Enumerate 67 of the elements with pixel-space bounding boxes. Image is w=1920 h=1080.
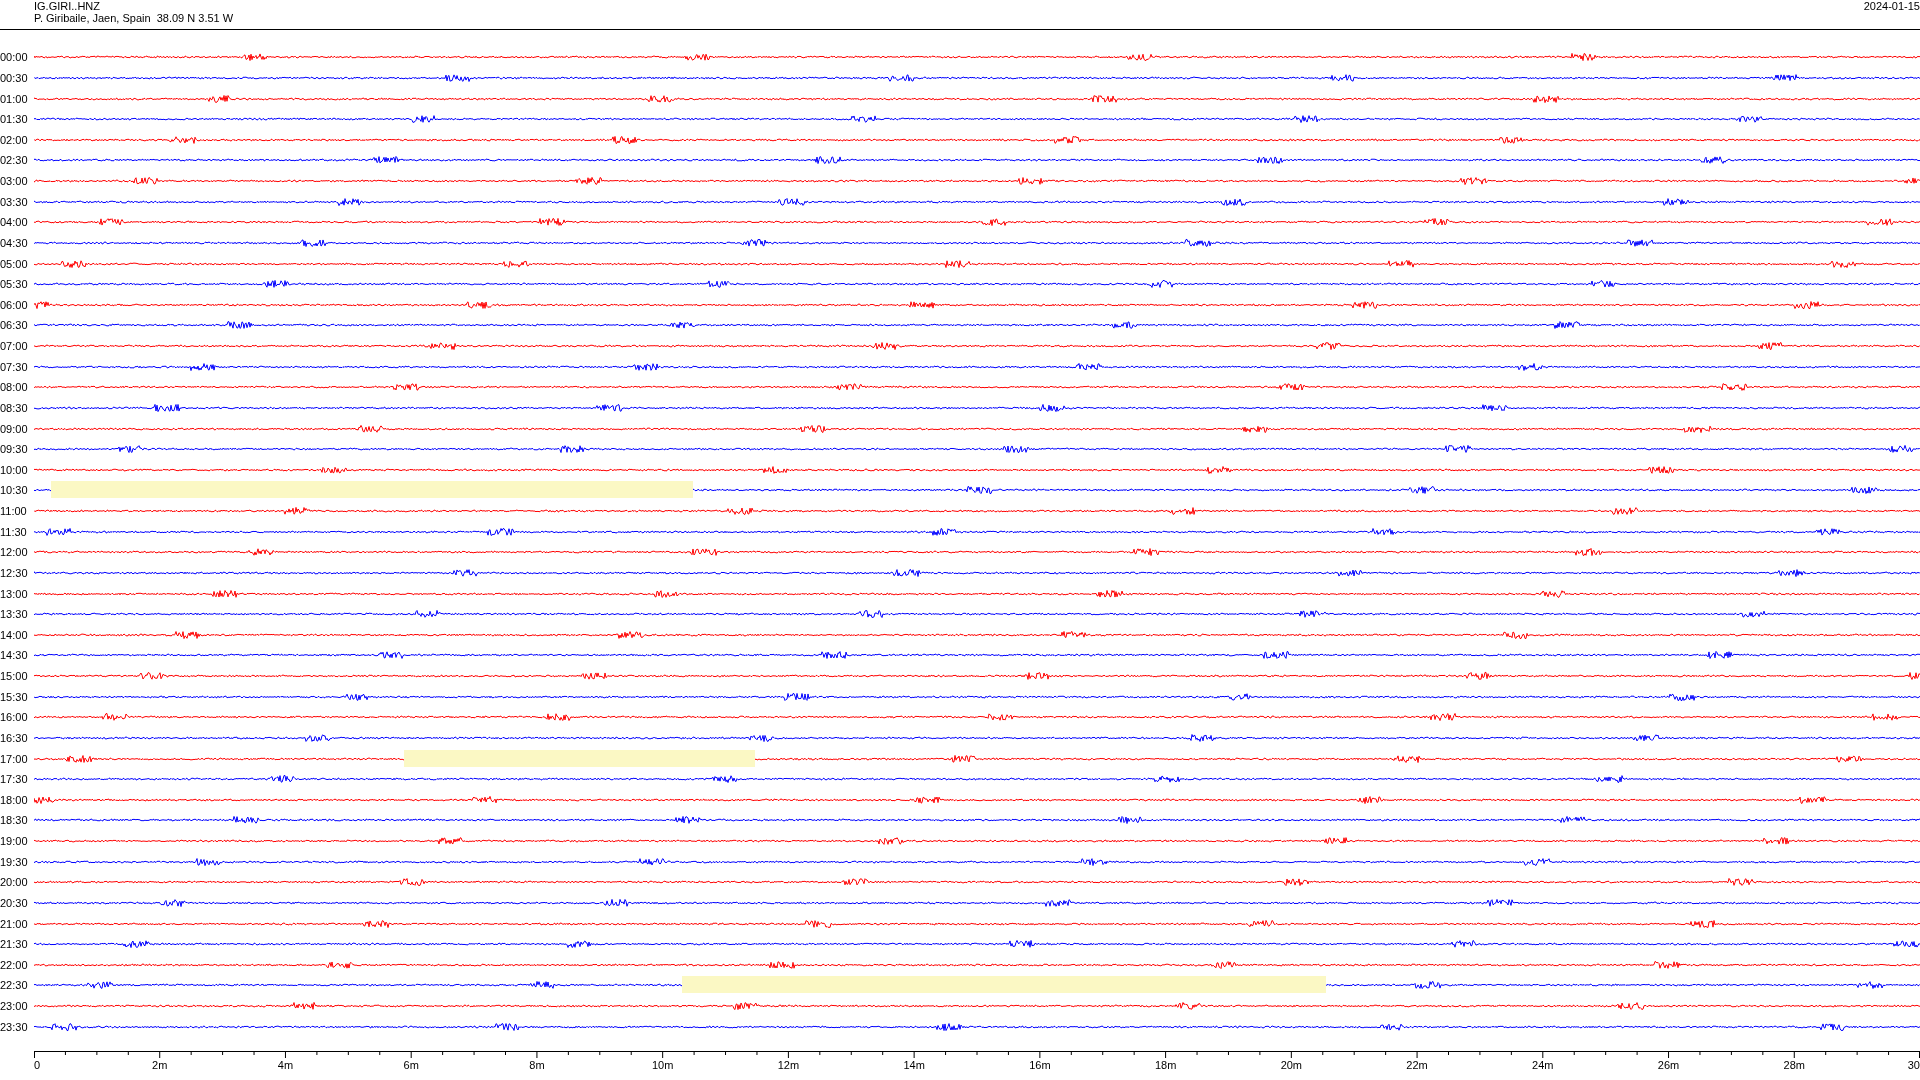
station-location: P. Giribaile, Jaen, Spain 38.09 N 3.51 W (34, 12, 234, 24)
row-time-label: 11:30 (0, 525, 28, 538)
row-time-label: 21:30 (0, 938, 29, 951)
axis-tick-label: 2m (152, 1059, 168, 1071)
row-time-label: 10:00 (0, 463, 29, 476)
axis-tick-label: 14m (903, 1059, 925, 1071)
row-time-label: 20:30 (0, 896, 29, 909)
axis-tick-label: 22m (1406, 1059, 1428, 1071)
axis-tick-label: 12m (777, 1059, 800, 1071)
axis-tick-label: 8m (529, 1059, 545, 1071)
row-time-label: 03:00 (0, 175, 29, 188)
row-time-label: 23:30 (0, 1020, 29, 1033)
row-time-label: 19:30 (0, 855, 29, 868)
row-time-label: 01:00 (0, 92, 29, 105)
row-time-label: 23:00 (0, 1000, 29, 1013)
axis-tick-label: 28m (1783, 1059, 1805, 1071)
row-time-label: 08:00 (0, 381, 29, 394)
row-time-label: 14:00 (0, 628, 29, 641)
row-time-label: 07:30 (0, 360, 29, 373)
row-time-label: 14:30 (0, 649, 29, 662)
row-time-label: 12:00 (0, 546, 29, 559)
row-time-label: 13:30 (0, 608, 29, 621)
row-time-label: 06:30 (0, 319, 29, 332)
plot-date: 2024-01-15 (1863, 0, 1920, 14)
row-time-label: 00:30 (0, 71, 29, 84)
row-time-label: 15:30 (0, 690, 29, 703)
row-time-label: 04:30 (0, 236, 29, 249)
row-time-label: 17:00 (0, 752, 29, 765)
row-time-label: 05:00 (0, 257, 29, 270)
row-time-label: 18:30 (0, 814, 29, 827)
row-time-label: 17:30 (0, 773, 29, 786)
axis-tick-label: 26m (1657, 1059, 1680, 1071)
row-time-label: 11:00 (0, 505, 28, 518)
row-time-label: 06:00 (0, 298, 29, 311)
axis-tick-label: 4m (277, 1059, 294, 1071)
row-time-label: 08:30 (0, 401, 29, 414)
row-time-label: 09:30 (0, 443, 29, 456)
station-code: IG.GIRI..HNZ (34, 0, 101, 12)
row-time-label: 00:00 (0, 51, 29, 64)
row-time-label: 12:30 (0, 566, 29, 579)
row-time-label: 19:00 (0, 835, 29, 848)
row-time-label: 22:30 (0, 979, 29, 992)
row-time-label: 18:00 (0, 793, 29, 806)
axis-tick-label: 30 (1907, 1059, 1920, 1071)
row-time-label: 05:30 (0, 278, 29, 291)
row-time-label: 20:00 (0, 876, 29, 889)
row-time-label: 22:00 (0, 958, 29, 971)
row-time-label: 15:00 (0, 670, 29, 683)
row-time-label: 16:30 (0, 731, 29, 744)
row-time-label: 16:00 (0, 711, 29, 724)
row-time-label: 13:00 (0, 587, 29, 600)
row-time-label: 10:30 (0, 484, 29, 497)
row-time-label: 01:30 (0, 113, 29, 126)
axis-tick-label: 24m (1532, 1059, 1554, 1071)
axis-tick-label: 20m (1280, 1059, 1303, 1071)
row-time-label: 03:30 (0, 195, 29, 208)
row-time-label: 09:00 (0, 422, 29, 435)
row-time-label: 21:00 (0, 917, 29, 930)
axis-tick-label: 0 (34, 1059, 41, 1071)
axis-tick-label: 18m (1154, 1059, 1177, 1071)
axis-tick-label: 16m (1029, 1059, 1051, 1071)
row-time-label: 04:00 (0, 216, 29, 229)
axis-tick-label: 10m (651, 1059, 674, 1071)
row-time-label: 02:30 (0, 154, 29, 167)
axis-tick-label: 6m (403, 1059, 419, 1071)
row-time-label: 07:00 (0, 340, 29, 353)
row-time-label: 02:00 (0, 133, 29, 146)
